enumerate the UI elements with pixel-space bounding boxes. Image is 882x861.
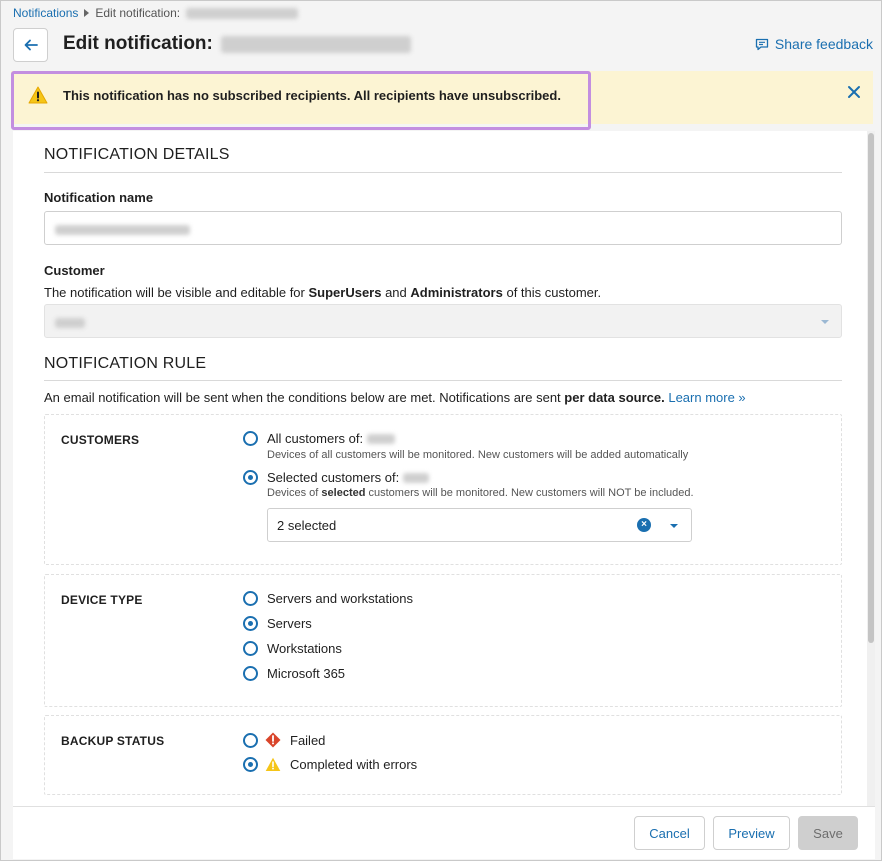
breadcrumb-notifications-link[interactable]: Notifications [13,6,78,20]
comment-icon [755,38,769,50]
radio-failed[interactable]: Failed [243,732,325,748]
redacted-title [220,35,411,53]
option-label: Microsoft 365 [267,666,346,681]
redacted-name [186,7,299,19]
customer-select [44,304,842,338]
radio-selected-customers[interactable]: Selected customers of: [243,470,430,485]
cancel-button[interactable]: Cancel [634,816,705,850]
redacted-customer [55,318,85,328]
customer-help-administrators: Administrators [410,285,503,300]
breadcrumb-current: Edit notification: [95,6,181,20]
page-title-text: Edit notification: [63,33,213,54]
preview-button[interactable]: Preview [713,816,790,850]
backup-status-box: BACKUP STATUS Failed Completed with erro… [44,715,842,795]
radio-button[interactable] [243,732,258,748]
radio-button[interactable] [243,666,258,681]
redacted-reseller [367,433,396,444]
form-card: NOTIFICATION DETAILS Notification name C… [13,131,867,806]
failed-diamond-icon [265,732,281,748]
close-icon[interactable] [847,85,861,99]
radio-workstations[interactable]: Workstations [243,641,342,656]
customer-help-part: The notification will be visible and edi… [44,285,309,300]
redacted-input-value [55,225,190,235]
radio-completed-with-errors[interactable]: Completed with errors [243,757,417,772]
share-feedback-label: Share feedback [774,36,873,52]
radio-button[interactable] [243,616,258,631]
scrollbar-thumb[interactable] [868,133,874,643]
hint-part: Devices of [267,487,322,499]
notification-details-title: NOTIFICATION DETAILS [44,146,230,163]
clear-icon[interactable]: × [637,518,651,532]
notification-rule-title: NOTIFICATION RULE [44,355,207,372]
chevron-right-icon [84,9,90,17]
customer-help-part: and [381,285,411,300]
divider [44,380,842,381]
hint-bold: selected [321,487,366,499]
scrollbar[interactable] [867,131,875,806]
radio-servers-and-workstations[interactable]: Servers and workstations [243,591,413,606]
radio-microsoft-365[interactable]: Microsoft 365 [243,666,345,681]
selected-customers-hint: Devices of selected customers will be mo… [267,487,694,499]
radio-all-customers-label: All customers of: [267,431,364,446]
notification-name-input[interactable] [44,211,842,245]
chevron-down-icon[interactable] [670,524,678,528]
save-button[interactable]: Save [798,816,858,850]
radio-selected-customers-label: Selected customers of: [267,470,400,485]
notification-name-label: Notification name [44,190,154,205]
customers-multiselect[interactable]: 2 selected × [267,508,692,542]
share-feedback-link[interactable]: Share feedback [755,36,873,52]
customers-box: CUSTOMERS All customers of: Devices of a… [44,414,842,565]
radio-button[interactable] [243,470,258,485]
radio-button[interactable] [243,757,258,772]
rule-intro-part: An email notification will be sent when … [44,390,565,405]
customer-help-part: of this customer. [502,285,602,300]
backup-status-label: BACKUP STATUS [61,734,165,748]
radio-all-customers[interactable]: All customers of: [243,431,396,446]
option-label: Servers and workstations [267,591,413,606]
option-label: Completed with errors [290,757,418,772]
customer-help-text: The notification will be visible and edi… [44,285,601,300]
banner-highlight-outline [11,71,591,130]
radio-button[interactable] [243,591,258,606]
back-button[interactable] [13,28,48,62]
radio-button[interactable] [243,431,258,446]
breadcrumb: Notifications Edit notification: [13,6,299,20]
hint-part: customers will be monitored. New custome… [365,487,694,499]
customers-label: CUSTOMERS [61,433,140,447]
device-type-label: DEVICE TYPE [61,593,143,607]
multiselect-value: 2 selected [277,518,337,533]
chevron-down-icon [821,320,829,324]
option-label: Servers [267,616,312,631]
warning-triangle-icon [265,757,281,771]
footer-bar: Cancel Preview Save [13,806,875,859]
option-label: Workstations [267,641,342,656]
radio-button[interactable] [243,641,258,656]
customer-label: Customer [44,263,105,278]
option-label: Failed [290,732,326,748]
rule-intro-bold: per data source. [564,390,665,405]
radio-servers[interactable]: Servers [243,616,312,631]
device-type-box: DEVICE TYPE Servers and workstations Ser… [44,574,842,707]
rule-intro-text: An email notification will be sent when … [44,390,746,405]
customer-help-superusers: SuperUsers [308,285,382,300]
redacted-reseller [403,472,430,483]
divider [44,172,842,173]
all-customers-hint: Devices of all customers will be monitor… [267,449,689,461]
page-title: Edit notification: [63,33,411,55]
arrow-left-icon [24,39,38,51]
learn-more-link[interactable]: Learn more » [668,390,745,405]
